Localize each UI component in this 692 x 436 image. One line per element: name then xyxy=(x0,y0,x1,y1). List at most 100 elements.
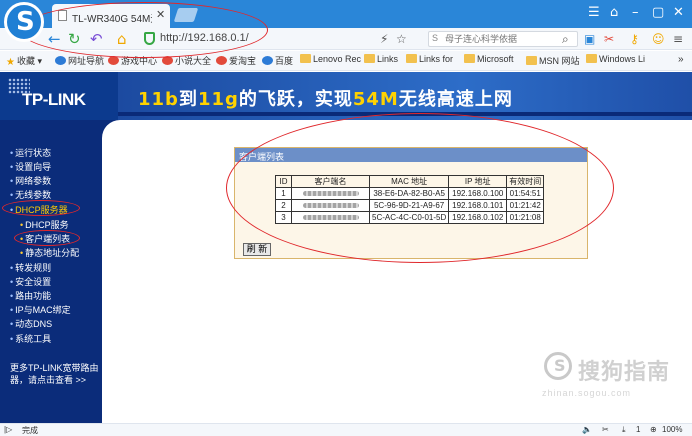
extension-icon[interactable]: ▣ xyxy=(584,32,595,46)
menu-item-ddns[interactable]: 动态DNS xyxy=(10,317,52,330)
bookmark-links[interactable]: Links xyxy=(364,54,398,64)
key-icon[interactable]: ⚷ xyxy=(630,32,639,46)
redacted-client-name xyxy=(291,211,370,224)
folder-icon xyxy=(526,56,537,65)
search-box: S xyxy=(428,31,578,47)
menu-item-dhcp[interactable]: DHCP服务器 xyxy=(10,203,68,216)
menu-item-wizard[interactable]: 设置向导 xyxy=(10,160,51,173)
redacted-client-name xyxy=(291,199,370,212)
table-header-row: ID 客户端名 MAC 地址 IP 地址 有效时间 xyxy=(275,175,545,188)
refresh-icon[interactable]: ↻ xyxy=(68,30,81,48)
close-window-button[interactable]: ✕ xyxy=(673,5,684,20)
menu-item-status[interactable]: 运行状态 xyxy=(10,146,51,159)
security-shield-icon xyxy=(144,32,155,45)
download-icon[interactable]: ⤓ xyxy=(622,425,626,435)
address-bar[interactable]: http://192.168.0.1/ xyxy=(138,31,366,47)
banner-underline xyxy=(118,112,692,116)
bookmark-games[interactable]: 游戏中心 xyxy=(108,54,157,67)
game-icon xyxy=(108,56,119,65)
col-id: ID xyxy=(275,175,292,188)
baidu-icon xyxy=(262,56,273,65)
folder-icon xyxy=(300,54,311,63)
slogan-area: 11b到11g的飞跃，实现54M无线高速上网 xyxy=(118,72,692,120)
star-icon: ★ xyxy=(6,57,15,68)
more-menu-icon[interactable]: ≡ xyxy=(673,32,683,46)
menu-subitem-client-list[interactable]: 客户端列表 xyxy=(20,232,70,245)
menu-item-routing[interactable]: 路由功能 xyxy=(10,289,51,302)
maximize-button[interactable]: ▢ xyxy=(652,5,664,20)
browser-logo-icon: S xyxy=(4,2,44,42)
router-banner: TP-LINK 11b到11g的飞跃，实现54M无线高速上网 xyxy=(0,72,692,120)
tab-title: TL-WR340G 54M无线 xyxy=(72,14,152,25)
col-client-name: 客户端名 xyxy=(291,175,370,188)
tools-icon[interactable]: ✂ xyxy=(604,32,614,46)
bookmark-taobao[interactable]: 爱淘宝 xyxy=(216,54,256,67)
redacted-client-name xyxy=(291,187,370,200)
folder-icon xyxy=(586,54,597,63)
refresh-button[interactable]: 刷 新 xyxy=(243,243,271,256)
zoom-icon[interactable]: ⊕ xyxy=(650,425,657,434)
bookmark-microsoft[interactable]: Microsoft xyxy=(464,54,514,64)
search-icon[interactable]: ⌕ xyxy=(562,32,569,47)
status-text: 完成 xyxy=(22,426,38,435)
undo-icon[interactable]: ↶ xyxy=(90,30,103,48)
watermark-url: zhinan.sogou.com xyxy=(542,388,632,398)
sidebar-toggle-icon[interactable]: |▷ xyxy=(4,425,12,434)
favorite-star-icon[interactable]: ☆ xyxy=(396,32,407,46)
menu-item-security[interactable]: 安全设置 xyxy=(10,275,51,288)
table-row: 3 5C-AC-4C-C0-01-5D 192.168.0.102 01:21:… xyxy=(275,211,545,224)
bookmarks-overflow-icon[interactable]: » xyxy=(678,54,684,65)
menu-item-wireless[interactable]: 无线参数 xyxy=(10,188,51,201)
table-row: 2 5C-96-9D-21-A9-67 192.168.0.101 01:21:… xyxy=(275,199,545,212)
router-sidebar: 运行状态 设置向导 网络参数 无线参数 DHCP服务器 DHCP服务 客户端列表… xyxy=(0,120,102,423)
bookmark-lenovo[interactable]: Lenovo Rec xyxy=(300,54,361,64)
book-icon xyxy=(162,56,173,65)
back-arrow-icon[interactable]: ← xyxy=(48,30,61,48)
speaker-icon[interactable]: 🔈 xyxy=(582,425,592,434)
home-icon[interactable]: ⌂ xyxy=(117,30,127,48)
watermark-text: 搜狗指南 xyxy=(578,360,671,385)
browser-titlebar: TL-WR340G 54M无线 ✕ ☰ ⌂ – ▢ ✕ xyxy=(0,0,692,28)
new-tab-button[interactable] xyxy=(173,8,199,22)
minimize-button[interactable]: – xyxy=(632,5,639,20)
download-count: 1 xyxy=(636,425,641,434)
menu-item-forwarding[interactable]: 转发规则 xyxy=(10,261,51,274)
bookmark-windows[interactable]: Windows Li xyxy=(586,54,645,64)
skin-icon[interactable]: ⌂ xyxy=(610,5,618,20)
tplink-logo: TP-LINK xyxy=(0,72,118,120)
screenshot-icon[interactable]: ✂ xyxy=(602,425,609,434)
table-row: 1 38-E6-DA-82-B0-A5 192.168.0.100 01:54:… xyxy=(275,187,545,200)
menu-item-ip-mac-binding[interactable]: IP与MAC绑定 xyxy=(10,303,71,316)
bookmark-novels[interactable]: 小说大全 xyxy=(162,54,211,67)
lightning-icon[interactable]: ⚡ xyxy=(380,32,388,46)
shop-icon xyxy=(216,56,227,65)
bookmark-links-for[interactable]: Links for xyxy=(406,54,453,64)
search-engine-icon: S xyxy=(432,33,439,43)
folder-icon xyxy=(406,54,417,63)
browser-tab[interactable]: TL-WR340G 54M无线 ✕ xyxy=(52,4,170,28)
search-input[interactable] xyxy=(445,33,571,45)
browser-navbar: ← ↻ ↶ ⌂ http://192.168.0.1/ ⚡ ☆ S ⌕ ▣ ✂ … xyxy=(0,28,692,50)
panel-title: 客户端列表 xyxy=(235,148,587,162)
slogan: 11b到11g的飞跃，实现54M无线高速上网 xyxy=(138,89,513,110)
menu-subitem-dhcp-service[interactable]: DHCP服务 xyxy=(20,218,69,231)
col-mac: MAC 地址 xyxy=(368,175,450,188)
menu-icon[interactable]: ☰ xyxy=(588,5,600,20)
browser-statusbar: |▷ 完成 🔈 ✂ ⤓ 1 ⊕ 100% xyxy=(0,423,692,436)
bookmark-msn[interactable]: MSN 网站 xyxy=(526,54,580,67)
col-lease-time: 有效时间 xyxy=(506,175,545,188)
menu-item-network[interactable]: 网络参数 xyxy=(10,174,51,187)
tab-close-icon[interactable]: ✕ xyxy=(156,8,165,21)
bookmark-baidu[interactable]: 百度 xyxy=(262,54,293,67)
bookmark-favorites[interactable]: ★ 收藏 ▾ xyxy=(6,54,42,68)
bookmark-nav[interactable]: 网址导航 xyxy=(55,54,104,67)
page-icon xyxy=(58,10,67,21)
address-url: http://192.168.0.1/ xyxy=(160,32,249,44)
more-products-link[interactable]: 更多TP-LINK宽带路由 器，请点击查看 >> xyxy=(10,362,102,386)
client-table: ID 客户端名 MAC 地址 IP 地址 有效时间 1 38-E6-DA-82-… xyxy=(275,175,545,224)
menu-item-system-tools[interactable]: 系统工具 xyxy=(10,332,51,345)
menu-subitem-static-address[interactable]: 静态地址分配 xyxy=(20,246,79,259)
col-ip: IP 地址 xyxy=(448,175,508,188)
zoom-level[interactable]: 100% xyxy=(662,425,682,434)
smile-icon[interactable]: ☺ xyxy=(652,32,665,46)
